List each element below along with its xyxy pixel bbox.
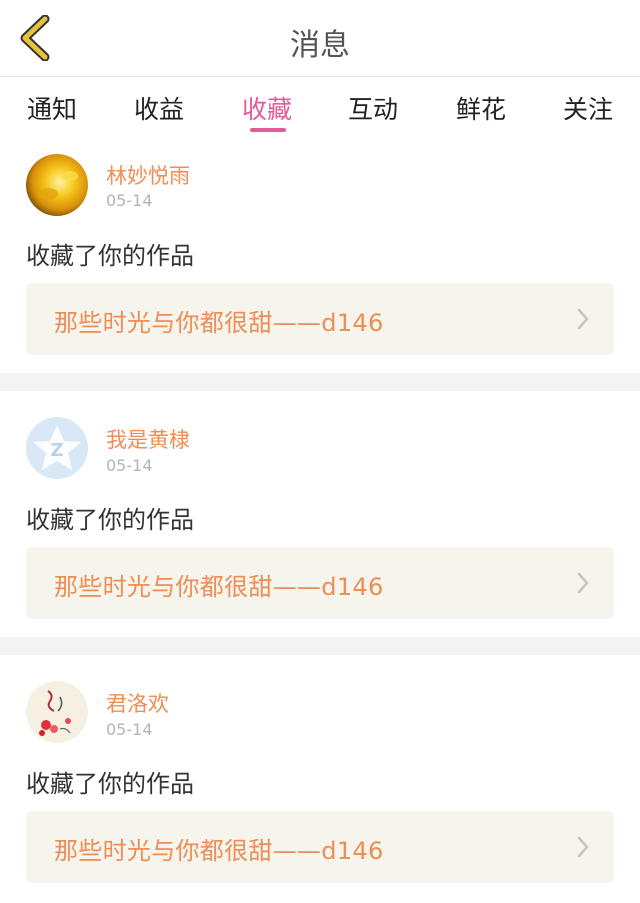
- message-item: 林妙悦雨 05-14 收藏了你的作品 那些时光与你都很甜——d146: [0, 140, 640, 373]
- tab-earnings[interactable]: 收益: [119, 90, 199, 126]
- default-qq-avatar[interactable]: Z: [26, 417, 88, 479]
- divider: [0, 637, 640, 655]
- action-text: 收藏了你的作品: [26, 242, 194, 270]
- work-link[interactable]: 那些时光与你都很甜——d146: [26, 811, 614, 883]
- action-text: 收藏了你的作品: [26, 506, 194, 534]
- work-link[interactable]: 那些时光与你都很甜——d146: [26, 283, 614, 355]
- action-text: 收藏了你的作品: [26, 770, 194, 798]
- username[interactable]: 我是黄棣: [106, 424, 190, 454]
- svg-text:Z: Z: [50, 440, 63, 461]
- work-title: 那些时光与你都很甜——d146: [54, 573, 384, 601]
- username[interactable]: 君洛欢: [106, 688, 169, 718]
- tab-favorites[interactable]: 收藏: [227, 90, 307, 126]
- sunflower-avatar[interactable]: [26, 154, 88, 216]
- timestamp: 05-14: [106, 720, 153, 739]
- floral-calligraphy-avatar[interactable]: [26, 681, 88, 743]
- timestamp: 05-14: [106, 456, 153, 475]
- chevron-right-icon: [577, 572, 589, 594]
- work-link[interactable]: 那些时光与你都很甜——d146: [26, 547, 614, 619]
- username[interactable]: 林妙悦雨: [106, 160, 190, 190]
- timestamp: 05-14: [106, 191, 153, 210]
- active-tab-indicator: [250, 128, 286, 132]
- tab-following[interactable]: 关注: [548, 90, 628, 126]
- work-title: 那些时光与你都很甜——d146: [54, 309, 384, 337]
- message-item: 君洛欢 05-14 收藏了你的作品 那些时光与你都很甜——d146: [0, 655, 640, 903]
- top-bar: 消息: [0, 0, 640, 77]
- tab-interaction[interactable]: 互动: [333, 90, 413, 126]
- tab-notice[interactable]: 通知: [12, 90, 92, 126]
- message-item: Z 我是黄棣 05-14 收藏了你的作品 那些时光与你都很甜——d146: [0, 391, 640, 637]
- chevron-right-icon: [577, 836, 589, 858]
- tab-flowers[interactable]: 鲜花: [441, 90, 521, 126]
- work-title: 那些时光与你都很甜——d146: [54, 837, 384, 865]
- chevron-right-icon: [577, 308, 589, 330]
- divider: [0, 373, 640, 391]
- tab-bar: 通知 收益 收藏 互动 鲜花 关注: [0, 78, 640, 134]
- page-title: 消息: [290, 28, 350, 63]
